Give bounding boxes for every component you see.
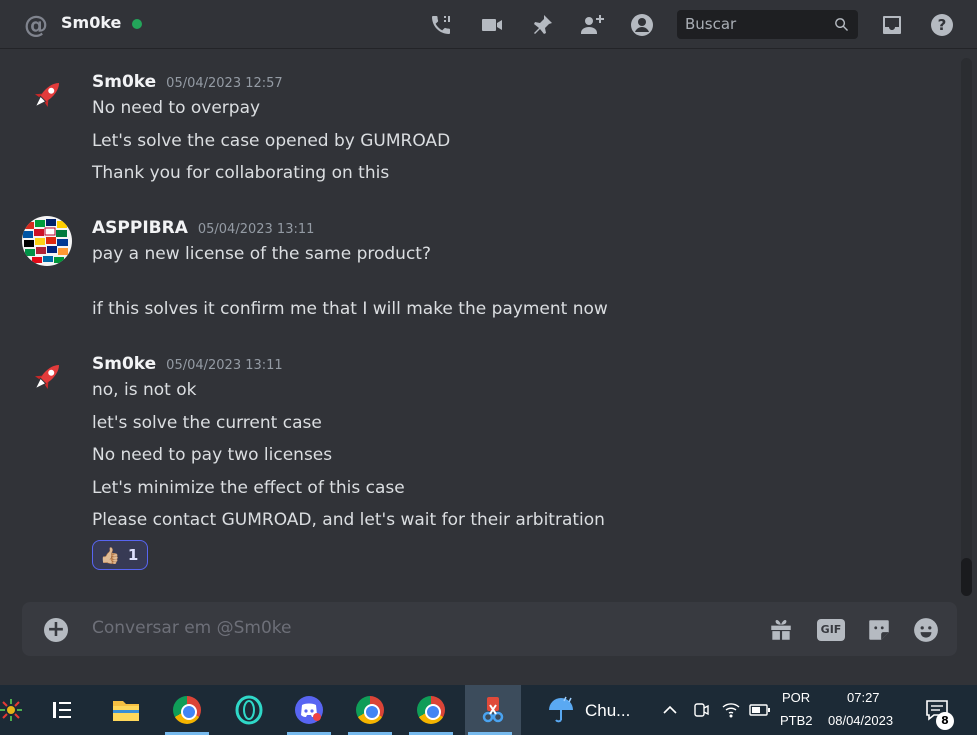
rocket-avatar-icon[interactable] [22,70,72,120]
weather-text[interactable]: Chu... [585,701,630,721]
message-text: let's solve the current case [92,413,322,433]
message-scrollbar-thumb[interactable] [961,558,972,596]
snipping-tool-icon[interactable] [465,685,521,735]
windows-taskbar: Chu... POR PTB2 07:27 08/04/2023 [0,685,977,735]
gif-label: GIF [817,619,845,641]
reaction-count: 1 [127,546,139,564]
rocket-avatar-icon[interactable] [22,352,72,402]
online-status-icon [132,19,142,29]
message-text: No need to pay two licenses [92,445,333,465]
add-friend-icon[interactable] [579,12,605,38]
message-text: Please contact GUMROAD, and let's wait f… [92,510,605,530]
message-text: if this solves it confirm me that I will… [92,299,608,319]
video-call-icon[interactable] [479,12,505,38]
keyboard-layout-indicator[interactable]: PTB2 [780,713,813,728]
opera-browser-icon[interactable] [224,685,274,735]
task-view-icon[interactable] [37,685,87,735]
notification-center-icon[interactable] [912,685,962,735]
channel-name[interactable]: Sm0ke [61,13,121,32]
user-profile-icon[interactable] [629,12,655,38]
search-input[interactable] [685,15,825,33]
voice-call-icon[interactable] [428,12,454,38]
flags-globe-avatar[interactable] [22,216,72,266]
message-text: Let's solve the case opened by GUMROAD [92,131,451,151]
thumbs-up-icon: 👍🏼 [100,545,120,565]
language-indicator[interactable]: POR [782,690,810,705]
message-list[interactable]: Sm0ke 05/04/2023 12:57 No need to overpa… [0,56,960,596]
svg-text:?: ? [938,16,947,34]
clock-time[interactable]: 07:27 [847,690,880,705]
chrome-profile-s-icon[interactable] [162,685,212,735]
message-text: no, is not ok [92,380,197,400]
message-author[interactable]: Sm0ke [92,72,156,92]
sticker-icon[interactable] [865,616,893,644]
message-timestamp: 05/04/2023 13:11 [166,358,283,373]
channel-header: @ Sm0ke ? [0,0,977,49]
message-text: pay a new license of the same product? [92,244,431,264]
message-text: Let's minimize the effect of this case [92,478,405,498]
widgets-icon[interactable] [0,685,36,735]
inbox-icon[interactable] [879,12,905,38]
message-timestamp: 05/04/2023 12:57 [166,76,283,91]
chrome-profile-3-icon[interactable] [406,685,456,735]
search-icon[interactable] [833,16,850,33]
weather-rain-icon[interactable] [536,685,586,735]
clock-date[interactable]: 08/04/2023 [828,713,893,728]
gift-icon[interactable] [767,616,795,644]
at-sign-icon: @ [24,11,48,39]
message-text: Thank you for collaborating on this [92,163,390,183]
message-author[interactable]: ASPPIBRA [92,218,188,238]
emoji-icon[interactable] [912,616,940,644]
discord-app-icon[interactable] [284,685,334,735]
message-author[interactable]: Sm0ke [92,354,156,374]
battery-icon[interactable] [735,685,785,735]
message-text: No need to overpay [92,98,261,118]
message-scrollbar-track[interactable] [961,58,972,596]
add-attachment-icon[interactable]: + [44,618,68,642]
file-explorer-icon[interactable] [101,685,151,735]
message-input[interactable] [92,618,592,638]
reaction-thumbs-up[interactable]: 👍🏼 1 [92,540,148,570]
help-icon[interactable]: ? [929,12,955,38]
chrome-profile-2-icon[interactable] [345,685,395,735]
notification-count-badge: 8 [936,712,954,730]
pin-icon[interactable] [529,12,555,38]
gif-icon[interactable]: GIF [817,616,845,644]
message-timestamp: 05/04/2023 13:11 [197,222,315,237]
search-bar[interactable] [677,10,858,39]
message-composer: + GIF [22,602,957,656]
